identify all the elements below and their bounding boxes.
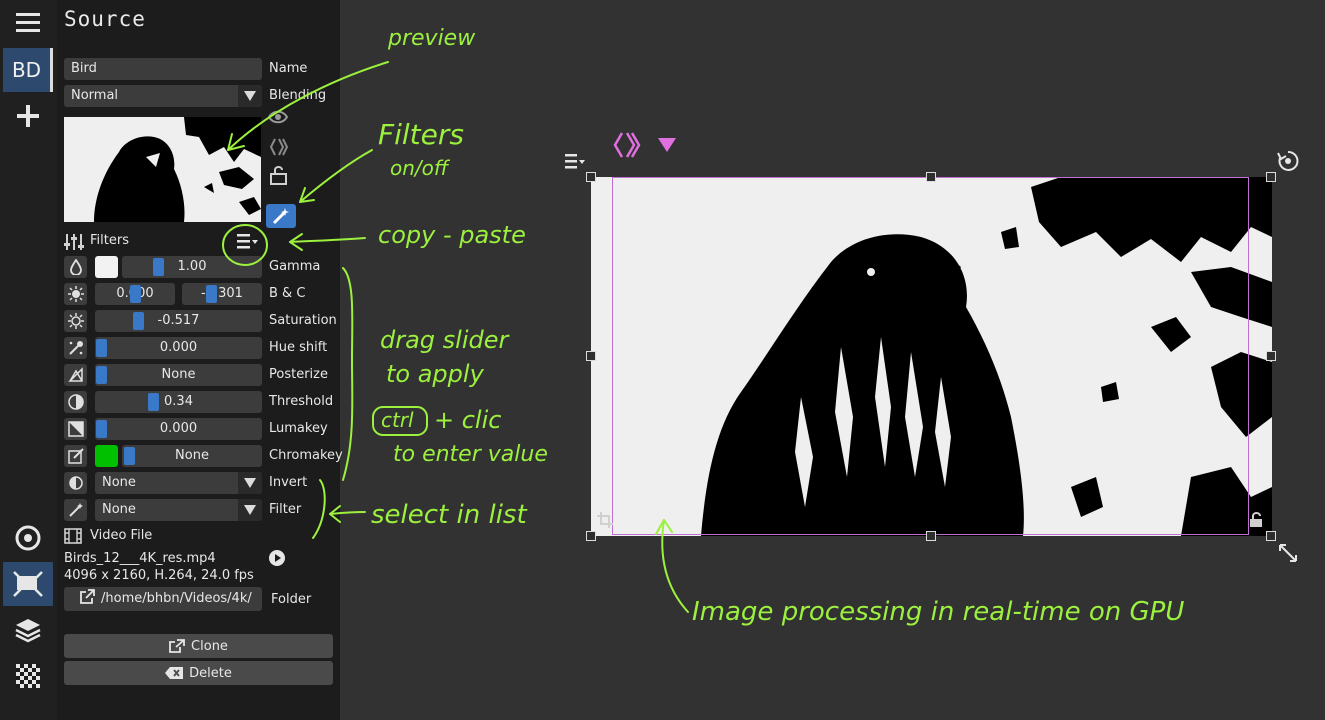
annotation-drag-slider: drag slider	[380, 326, 509, 354]
annotation-on-off: on/off	[390, 156, 449, 180]
annotation-clic: + clic	[434, 406, 502, 434]
annotation-preview: preview	[388, 26, 476, 51]
annotation-enter-value: to enter value	[393, 442, 548, 467]
annotation-ctrl: ctrl	[381, 408, 414, 432]
annotation-filters: Filters	[378, 118, 464, 151]
annotation-gpu: Image processing in real-time on GPU	[692, 597, 1185, 627]
annotation-to-apply: to apply	[386, 360, 484, 388]
annotation-select-list: select in list	[371, 500, 527, 530]
annotation-copy-paste: copy - paste	[378, 221, 526, 249]
